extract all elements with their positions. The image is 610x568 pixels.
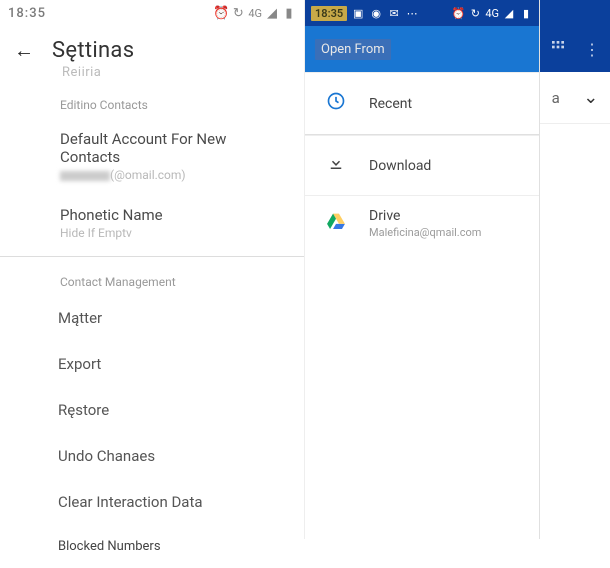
sync-icon: ↻ <box>468 6 482 20</box>
toolbar-ext: ⋮ <box>540 26 610 72</box>
back-button[interactable]: ← <box>14 38 34 63</box>
status-bar: 18:35 ▣ ◉ ✉ ⋯ ⏰ ↻ 4G ◢ ▮ <box>305 0 539 26</box>
default-account-row[interactable]: Default Account For New Contacts (@omail… <box>0 118 304 188</box>
blocked-numbers-row[interactable]: Blocked Numbers <box>0 525 304 568</box>
phonetic-name-sub: Hide If Emptv <box>60 226 290 240</box>
status-time: 18:35 <box>311 6 347 21</box>
open-from-title: Open From <box>315 39 391 60</box>
page-title: Sęttinas <box>52 38 134 63</box>
picker-download-row[interactable]: Download <box>305 135 539 195</box>
phonetic-name-row[interactable]: Phonetic Name Hide If Emptv <box>0 188 304 246</box>
grid-view-icon[interactable] <box>550 39 566 59</box>
whatsapp-icon: ◉ <box>369 6 383 20</box>
recent-label: Recent <box>369 96 412 112</box>
battery-icon: ▮ <box>282 6 296 20</box>
signal-icon: ◢ <box>265 6 279 20</box>
file-picker-main: 18:35 ▣ ◉ ✉ ⋯ ⏰ ↻ 4G ◢ ▮ Open From Recen… <box>305 0 539 539</box>
chevron-down-icon: ⌄ <box>583 87 598 108</box>
more-menu-icon[interactable]: ⋮ <box>584 40 600 59</box>
alarm-icon: ⏰ <box>214 6 228 20</box>
clear-interaction-row[interactable]: Clear Interaction Data <box>0 479 304 525</box>
section-contact-management: Contact Management <box>0 257 304 295</box>
clock-icon <box>325 91 347 116</box>
phonetic-name-label: Phonetic Name <box>60 206 290 224</box>
drive-label: Drive <box>369 208 481 224</box>
status-icons: ⏰ ↻ 4G ◢ ▮ <box>214 6 296 20</box>
default-account-value: (@omail.com) <box>60 168 290 182</box>
photo-icon: ▣ <box>351 6 365 20</box>
signal-icon: ◢ <box>502 6 516 20</box>
mail-icon: ✉ <box>387 6 401 20</box>
sort-row[interactable]: a ⌄ <box>540 72 610 124</box>
status-bar: 18:35 ⏰ ↻ 4G ◢ ▮ <box>0 0 304 26</box>
sort-letter: a <box>552 89 560 107</box>
blurred-email-prefix <box>60 171 110 181</box>
network-label: 4G <box>485 7 499 20</box>
drive-email: Maleficina@qmail.com <box>369 226 481 239</box>
file-picker-screen: 18:35 ▣ ◉ ✉ ⋯ ⏰ ↻ 4G ◢ ▮ Open From Recen… <box>305 0 610 539</box>
restore-row[interactable]: Ręstore <box>0 387 304 433</box>
section-editing-contacts: Editino Contacts <box>0 80 304 118</box>
drive-icon <box>325 213 347 234</box>
picker-header: Open From <box>305 26 539 72</box>
picker-recent-row[interactable]: Recent <box>305 72 539 134</box>
alarm-icon: ⏰ <box>451 6 465 20</box>
network-label: 4G <box>248 7 262 20</box>
settings-screen: 18:35 ⏰ ↻ 4G ◢ ▮ ← Sęttinas Reiiria Edit… <box>0 0 305 539</box>
status-time: 18:35 <box>8 6 46 21</box>
more-notif-icon: ⋯ <box>405 6 419 20</box>
undo-changes-row[interactable]: Undo Chanaes <box>0 433 304 479</box>
matter-row[interactable]: Mątter <box>0 295 304 341</box>
status-bar-ext <box>540 0 610 26</box>
retina-label: Reiiria <box>62 65 304 80</box>
download-label: Download <box>369 158 431 174</box>
export-row[interactable]: Export <box>0 341 304 387</box>
sync-icon: ↻ <box>231 6 245 20</box>
default-account-label: Default Account For New Contacts <box>60 130 290 166</box>
picker-drive-row[interactable]: Drive Maleficina@qmail.com <box>305 195 539 251</box>
background-panel: ⋮ a ⌄ <box>539 0 610 539</box>
download-icon <box>325 154 347 177</box>
battery-icon: ▮ <box>519 6 533 20</box>
settings-header: ← Sęttinas <box>0 26 304 69</box>
